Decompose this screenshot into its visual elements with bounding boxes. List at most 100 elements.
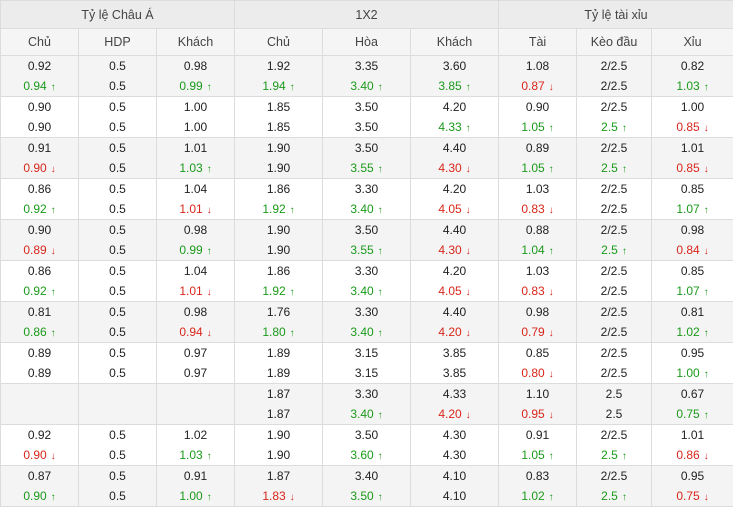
odds-value-text: 3.30 [354, 305, 379, 319]
current-odds-value: 3.40 ↑ [350, 281, 382, 301]
odds-value-text: 1.89 [266, 346, 291, 360]
opening-odds-value: 0.85 [681, 180, 704, 200]
odds-value-text: 3.55 [350, 161, 374, 175]
opening-odds-value: 0.90 [28, 98, 51, 118]
current-odds-value: 4.33 ↑ [438, 117, 470, 137]
current-odds-value: 1.85 [267, 117, 290, 137]
odds-value-text: 0.94 [23, 79, 47, 93]
odds-value-text: 0.98 [680, 223, 705, 237]
odds-cell-asian-hdp: 0.5 0.5 [78, 260, 157, 302]
odds-value-text: 1.02 [521, 489, 545, 503]
current-odds-value: 0.87 ↓ [521, 76, 553, 96]
odds-value-text: 2/2.5 [600, 366, 628, 380]
current-odds-value: 1.07 ↑ [676, 281, 708, 301]
opening-odds-value: 1.87 [266, 467, 291, 487]
odds-value-text: 0.87 [27, 469, 52, 483]
odds-cell-over: 0.89 1.05 ↑ [498, 137, 577, 179]
current-odds-value: 2/2.5 [601, 76, 628, 96]
arrow-up-icon: ↑ [465, 82, 471, 93]
odds-value-text: 4.05 [438, 202, 462, 216]
current-odds-value: 0.94 ↑ [23, 76, 55, 96]
odds-cell-over: 0.90 1.05 ↑ [498, 96, 577, 138]
odds-value-text: 1.02 [183, 428, 208, 442]
current-odds-value: 0.89 [28, 363, 51, 383]
odds-value-text: 0.75 [676, 407, 700, 421]
opening-odds-value: 0.5 [109, 303, 126, 323]
arrow-up-icon: ↑ [621, 492, 627, 503]
odds-cell-under: 0.81 1.02 ↑ [651, 301, 733, 343]
odds-value-text: 0.5 [109, 325, 126, 339]
current-odds-value: 0.5 [109, 322, 126, 342]
opening-odds-value: 0.95 [681, 344, 704, 364]
odds-cell-1x2-away: 4.40 4.30 ↓ [410, 219, 499, 261]
opening-odds-value: 4.20 [443, 180, 466, 200]
odds-cell-1x2-draw: 3.30 3.40 ↑ [322, 301, 411, 343]
current-odds-value: 3.40 ↑ [350, 199, 382, 219]
odds-row: 0.90 0.89 ↓ 0.5 0.5 0.98 0.99 ↑ 1.90 1.90 3.50 3.55… [0, 219, 733, 261]
odds-value-text: 1.92 [262, 284, 286, 298]
current-odds-value: 3.60 ↑ [350, 445, 382, 465]
current-odds-value: 0.99 ↑ [179, 240, 211, 260]
odds-value-text: 0.86 [676, 448, 700, 462]
current-odds-value: 1.01 ↓ [179, 199, 211, 219]
opening-odds-value: 1.02 [183, 426, 208, 446]
odds-value-text: 4.30 [442, 448, 467, 462]
opening-odds-value: 0.86 [28, 262, 51, 282]
odds-value-text: 1.07 [676, 202, 700, 216]
opening-odds-value: 0.98 [526, 303, 549, 323]
odds-value-text: 1.03 [676, 79, 700, 93]
current-odds-value: 1.89 [267, 363, 290, 383]
opening-odds-value: 0.82 [681, 57, 704, 77]
odds-cell-asian-hdp: 0.5 0.5 [78, 55, 157, 97]
arrow-down-icon: ↓ [703, 451, 709, 462]
arrow-down-icon: ↓ [206, 328, 212, 339]
arrow-down-icon: ↓ [465, 410, 471, 421]
col-header-1x2-draw: Hòa [322, 28, 411, 56]
odds-cell-1x2-draw: 3.50 3.50 [322, 96, 411, 138]
odds-value-text: 3.40 [350, 407, 374, 421]
opening-odds-value: 1.04 [183, 262, 208, 282]
opening-odds-value: 0.89 [28, 344, 51, 364]
odds-value-text: 1.76 [266, 305, 291, 319]
odds-value-text: 1.85 [266, 120, 291, 134]
arrow-down-icon: ↓ [548, 205, 554, 216]
arrow-up-icon: ↑ [703, 205, 709, 216]
odds-value-text: 1.04 [183, 264, 208, 278]
odds-value-text: 3.40 [350, 284, 374, 298]
odds-value-text: 1.87 [266, 407, 291, 421]
opening-odds-value: 4.40 [443, 303, 466, 323]
odds-value-text: 0.5 [109, 202, 126, 216]
arrow-up-icon: ↑ [621, 246, 627, 257]
current-odds-value: 3.40 ↑ [350, 322, 382, 342]
opening-odds-value: 1.92 [267, 57, 290, 77]
opening-odds-value: 0.95 [681, 467, 704, 487]
odds-value-text: 0.5 [109, 141, 126, 155]
odds-value-text: 3.40 [350, 79, 374, 93]
odds-value-text: 4.20 [442, 264, 467, 278]
odds-cell-line: 2/2.5 2/2.5 [576, 342, 652, 384]
odds-value-text: 2/2.5 [600, 100, 628, 114]
current-odds-value: 1.03 ↑ [179, 445, 211, 465]
current-odds-value: 1.01 ↓ [179, 281, 211, 301]
odds-row: 0.86 0.92 ↑ 0.5 0.5 1.04 1.01 ↓ 1.86 1.92 ↑ 3.30 3.4… [0, 178, 733, 220]
odds-value-text: 0.85 [680, 264, 705, 278]
odds-cell-asian-away: 0.98 0.99 ↑ [156, 219, 235, 261]
odds-cell-over: 1.03 0.83 ↓ [498, 178, 577, 220]
odds-cell-1x2-away: 4.40 4.20 ↓ [410, 301, 499, 343]
current-odds-value: 0.5 [109, 445, 126, 465]
odds-value-text: 1.87 [266, 387, 291, 401]
odds-value-text: 1.87 [266, 469, 291, 483]
opening-odds-value: 3.35 [355, 57, 378, 77]
arrow-up-icon: ↑ [377, 451, 383, 462]
arrow-up-icon: ↑ [703, 82, 709, 93]
current-odds-value: 1.04 ↑ [521, 240, 553, 260]
opening-odds-value: 1.04 [184, 180, 207, 200]
odds-cell-1x2-home: 1.90 1.90 [234, 424, 323, 466]
arrow-up-icon: ↑ [206, 164, 212, 175]
arrow-down-icon: ↓ [206, 287, 212, 298]
odds-cell-1x2-away: 4.20 4.05 ↓ [410, 260, 499, 302]
odds-value-text: 3.40 [350, 202, 374, 216]
odds-value-text: 1.90 [266, 448, 291, 462]
current-odds-value: 3.85 [443, 363, 466, 383]
odds-cell-over: 0.88 1.04 ↑ [498, 219, 577, 261]
